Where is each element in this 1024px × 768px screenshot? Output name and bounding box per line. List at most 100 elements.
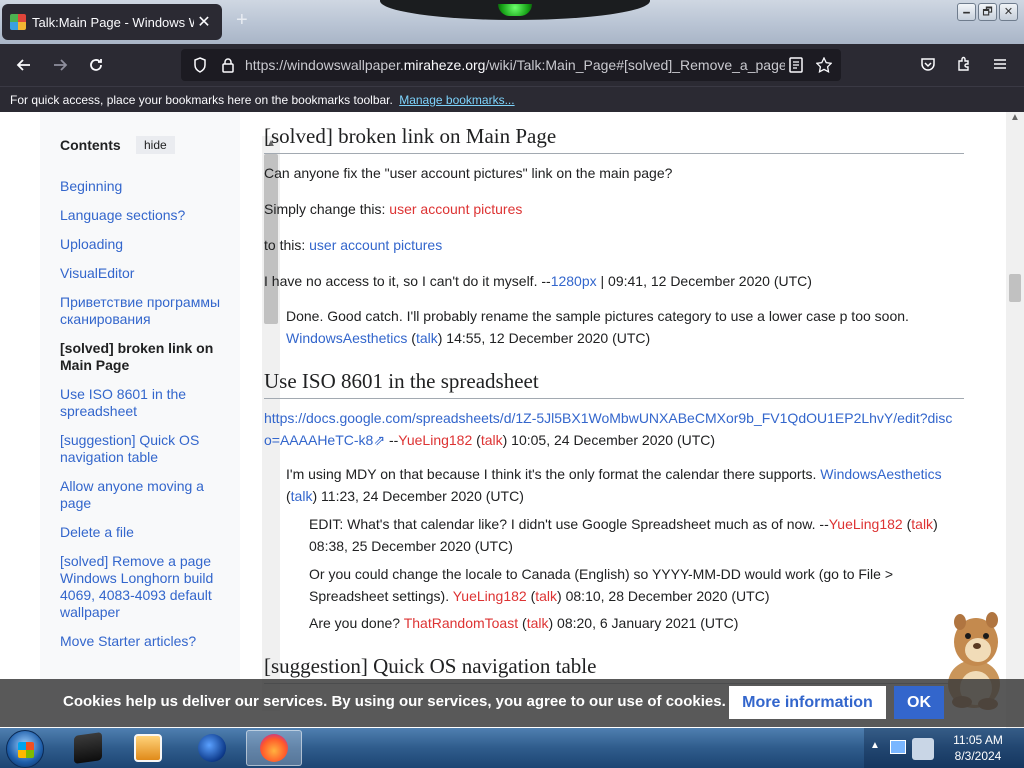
taskbar-app-firefox[interactable] xyxy=(246,730,302,766)
user-link[interactable]: WindowsAesthetics xyxy=(820,466,941,482)
user-link[interactable]: WindowsAesthetics xyxy=(286,330,407,346)
green-light-icon xyxy=(498,4,532,16)
back-arrow-icon xyxy=(16,59,30,71)
user-link[interactable]: YueLing182 xyxy=(829,516,903,532)
talk-link[interactable]: talk xyxy=(535,588,557,604)
paragraph: https://docs.google.com/spreadsheets/d/1… xyxy=(264,410,953,448)
cookie-banner: Cookies help us deliver our services. By… xyxy=(0,679,1024,727)
toc-item-active[interactable]: [solved] broken link on Main Page xyxy=(60,340,225,374)
user-link[interactable]: YueLing182 xyxy=(453,588,527,604)
menu-hamburger-icon[interactable] xyxy=(986,50,1014,78)
talk-link[interactable]: talk xyxy=(416,330,438,346)
lock-icon[interactable] xyxy=(217,55,239,75)
black-box-app-icon xyxy=(74,732,102,764)
toc-item[interactable]: Uploading xyxy=(60,236,225,253)
shield-icon[interactable] xyxy=(189,55,211,75)
talk-link[interactable]: talk xyxy=(481,432,503,448)
toc-item[interactable]: [suggestion] Quick OS navigation table xyxy=(60,432,225,466)
scroll-up-arrow-icon[interactable]: ▲ xyxy=(1006,112,1024,128)
tab-close-icon[interactable]: ✕ xyxy=(194,12,214,32)
clock-time: 11:05 AM xyxy=(953,733,1003,747)
navigation-toolbar: https://windowswallpaper.miraheze.org/wi… xyxy=(0,44,1024,86)
user-link[interactable]: ThatRandomToast xyxy=(404,615,518,631)
paragraph: Can anyone fix the "user account picture… xyxy=(264,165,673,181)
page-scroll-thumb[interactable] xyxy=(1009,274,1021,302)
toc-hide-button[interactable]: hide xyxy=(136,136,175,154)
table-of-contents: Contents hide Beginning Language section… xyxy=(40,112,280,728)
toc-item[interactable]: Language sections? xyxy=(60,207,225,224)
window-controls: 🗕 🗗 ✕ xyxy=(957,3,1018,21)
talk-link[interactable]: talk xyxy=(911,516,933,532)
url-text: https://windowswallpaper.miraheze.org/wi… xyxy=(245,57,785,73)
taskbar-app-explorer[interactable] xyxy=(60,730,116,766)
talk-link[interactable]: talk xyxy=(527,615,549,631)
user-link[interactable]: 1280px xyxy=(551,273,597,289)
red-link[interactable]: user account pictures xyxy=(389,201,522,217)
toc-item[interactable]: Приветствие программы сканирования xyxy=(60,294,225,328)
reply-paragraph: Done. Good catch. I'll probably rename t… xyxy=(286,308,909,346)
minimize-button[interactable]: 🗕 xyxy=(957,3,976,21)
windows-logo-icon xyxy=(18,742,34,758)
reader-view-icon[interactable] xyxy=(785,55,807,75)
bookmarks-hint: For quick access, place your bookmarks h… xyxy=(10,93,393,107)
cookie-message: Cookies help us deliver our services. By… xyxy=(63,693,726,710)
globe-icon xyxy=(198,734,226,762)
more-information-button[interactable]: More information xyxy=(729,686,886,719)
maximize-button[interactable]: 🗗 xyxy=(978,3,997,21)
manage-bookmarks-link[interactable]: Manage bookmarks... xyxy=(399,93,514,107)
new-tab-button[interactable]: + xyxy=(236,10,248,30)
tab-bar: Talk:Main Page - Windows Wall ✕ + 🗕 🗗 ✕ xyxy=(0,0,1024,44)
external-link-icon: ⇗ xyxy=(373,432,386,448)
toc-list: Beginning Language sections? Uploading V… xyxy=(60,178,225,662)
section-heading-broken-link: [solved] broken link on Main Page xyxy=(264,124,964,154)
toc-item[interactable]: Delete a file xyxy=(60,524,225,541)
toc-item[interactable]: Use ISO 8601 in the spreadsheet xyxy=(60,386,225,420)
forward-button[interactable] xyxy=(42,47,78,83)
extensions-icon[interactable] xyxy=(950,50,978,78)
media-player-icon xyxy=(134,734,162,762)
paragraph: I have no access to it, so I can't do it… xyxy=(264,273,812,289)
reload-button[interactable] xyxy=(78,47,114,83)
reload-icon xyxy=(90,59,102,71)
paragraph: Simply change this: user account picture… xyxy=(264,201,523,217)
user-account-pictures-link[interactable]: user account pictures xyxy=(309,237,442,253)
site-favicon-icon xyxy=(10,14,26,30)
firefox-icon xyxy=(260,734,288,762)
tab-talk-main-page[interactable]: Talk:Main Page - Windows Wall ✕ xyxy=(2,4,222,40)
toc-item[interactable]: Allow anyone moving a page xyxy=(60,478,225,512)
reply-paragraph: Are you done? ThatRandomToast (talk) 08:… xyxy=(309,615,739,631)
forward-arrow-icon xyxy=(54,59,68,71)
address-bar[interactable]: https://windowswallpaper.miraheze.org/wi… xyxy=(181,49,841,81)
display-icon[interactable] xyxy=(890,740,906,754)
back-button[interactable] xyxy=(6,47,42,83)
tab-title: Talk:Main Page - Windows Wall xyxy=(32,14,194,30)
start-button[interactable] xyxy=(6,730,44,768)
clock-date: 8/3/2024 xyxy=(954,749,1002,763)
toc-item[interactable]: VisualEditor xyxy=(60,265,225,282)
reply-paragraph: I'm using MDY on that because I think it… xyxy=(286,466,942,504)
section-heading-iso-8601: Use ISO 8601 in the spreadsheet xyxy=(264,369,964,399)
user-link[interactable]: YueLing182 xyxy=(398,432,472,448)
wallpaper-notch xyxy=(380,0,650,20)
bookmarks-toolbar: For quick access, place your bookmarks h… xyxy=(0,86,1024,112)
pocket-icon[interactable] xyxy=(914,50,942,78)
toc-item[interactable]: Beginning xyxy=(60,178,225,195)
tray-expand-icon[interactable]: ▲ xyxy=(870,740,880,751)
talk-link[interactable]: talk xyxy=(291,488,313,504)
network-icon[interactable] xyxy=(912,738,934,760)
reply-paragraph: EDIT: What's that calendar like? I didn'… xyxy=(309,516,938,554)
close-window-button[interactable]: ✕ xyxy=(999,3,1018,21)
toc-heading: Contents xyxy=(60,137,121,153)
reply-paragraph: Or you could change the locale to Canada… xyxy=(309,566,894,604)
toc-item[interactable]: Move Starter articles? xyxy=(60,633,225,650)
clock[interactable]: 11:05 AM 8/3/2024 xyxy=(948,732,1008,764)
paragraph: to this: user account pictures xyxy=(264,237,443,253)
taskbar-app-globe[interactable] xyxy=(184,730,240,766)
web-page: Contents hide Beginning Language section… xyxy=(0,112,1024,728)
cookie-ok-button[interactable]: OK xyxy=(894,686,944,719)
toc-item[interactable]: [solved] Remove a page Windows Longhorn … xyxy=(60,553,225,621)
taskbar: ▲ 11:05 AM 8/3/2024 xyxy=(0,728,1024,768)
toolbar-right xyxy=(914,50,1014,78)
bookmark-star-icon[interactable] xyxy=(813,55,835,75)
taskbar-app-media-player[interactable] xyxy=(120,730,176,766)
